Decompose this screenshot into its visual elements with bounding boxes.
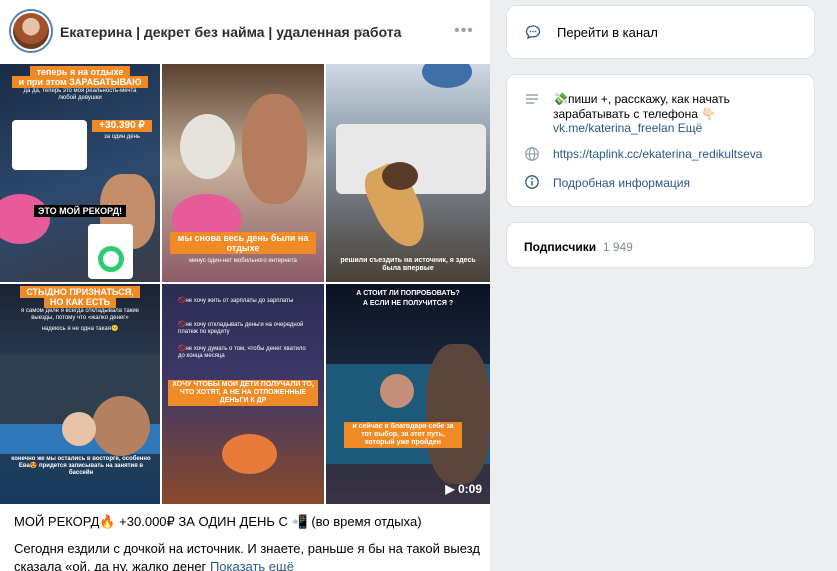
icecream-top-shape bbox=[382, 162, 418, 190]
info-panel: 💸пиши +, расскажу, как начать зарабатыва… bbox=[506, 74, 815, 207]
subscribers-panel[interactable]: Подписчики 1 949 bbox=[506, 222, 815, 268]
tile-caption: мы снова весь день были на отдыхе bbox=[170, 232, 316, 254]
tile-caption: 🚫не хочу жить от зарплаты до зарплаты bbox=[178, 298, 294, 304]
play-icon: ▶ bbox=[445, 482, 458, 496]
tile-caption: минус один-нет мобильного интернета bbox=[189, 258, 297, 264]
details-link[interactable]: Подробная информация bbox=[553, 176, 690, 190]
show-more-link[interactable]: Показать ещё bbox=[210, 559, 294, 571]
subscribers-count: 1 949 bbox=[602, 240, 633, 254]
tile-caption: я самом деле я всегда откладывала такие … bbox=[20, 308, 140, 321]
photo-tile-3[interactable]: решили съездить на источник, я здесь был… bbox=[326, 64, 490, 282]
author-name[interactable]: Екатерина | декрет без найма | удаленная… bbox=[60, 24, 401, 40]
tile-caption: и сейчас я благодаря себе за тот выбор, … bbox=[344, 422, 462, 448]
tile-caption: надеюсь я не одна такая😕 bbox=[41, 326, 119, 332]
amount-badge: +30.390 ₽ bbox=[92, 120, 152, 132]
post-card: Екатерина | декрет без найма | удаленная… bbox=[0, 0, 490, 571]
photo-tile-1[interactable]: теперь я на отдыхе и при этом ЗАРАБАТЫВА… bbox=[0, 64, 160, 282]
photo-tile-2[interactable]: мы снова весь день были на отдыхе минус … bbox=[162, 64, 324, 282]
tile-caption: НО КАК ЕСТЬ bbox=[44, 296, 116, 308]
tile-caption: 🚫не хочу откладывать деньги на очередной… bbox=[178, 322, 304, 335]
child-shape bbox=[180, 114, 235, 179]
subscribers-row: Подписчики 1 949 bbox=[524, 240, 633, 254]
description-link[interactable]: vk.me/katerina_freelan bbox=[553, 121, 674, 135]
child-shape bbox=[62, 412, 96, 446]
float-ring-shape bbox=[222, 434, 277, 474]
description-more-link[interactable]: Ещё bbox=[678, 121, 703, 135]
tile-caption: и при этом ЗАРАБАТЫВАЮ bbox=[12, 76, 148, 88]
tile-caption: за один день bbox=[103, 134, 141, 140]
photo-tile-4[interactable]: СТЫДНО ПРИЗНАТЬСЯ, НО КАК ЕСТЬ я самом д… bbox=[0, 284, 160, 504]
progress-ring bbox=[98, 246, 124, 272]
description-link-row: vk.me/katerina_freelan Ещё bbox=[553, 121, 702, 135]
pink-float-shape bbox=[0, 194, 50, 244]
description-lines-icon bbox=[524, 91, 540, 107]
more-options-icon[interactable]: ••• bbox=[454, 22, 474, 42]
chat-bubble-icon bbox=[525, 24, 541, 40]
photo-tile-6[interactable]: А СТОИТ ЛИ ПОПРОБОВАТЬ? А ЕСЛИ НЕ ПОЛУЧИ… bbox=[326, 284, 490, 504]
description-line-1: 💸пиши +, расскажу, как начать bbox=[553, 92, 730, 106]
woman-shape bbox=[92, 396, 150, 456]
record-label: ЭТО МОЙ РЕКОРД! bbox=[34, 205, 126, 217]
duration-label: 0:09 bbox=[457, 482, 482, 496]
tile-caption: решили съездить на источник, я здесь был… bbox=[340, 257, 476, 272]
hand-bracelet-shape bbox=[422, 64, 472, 88]
go-channel-panel[interactable]: Перейти в канал bbox=[506, 5, 815, 59]
tile-caption: ХОЧУ ЧТОБЫ МОИ ДЕТИ ПОЛУЧАЛИ ТО, ЧТО ХОТ… bbox=[168, 380, 318, 406]
go-channel-button[interactable]: Перейти в канал bbox=[557, 25, 658, 40]
globe-icon bbox=[524, 146, 540, 162]
tile-caption: А СТОИТ ЛИ ПОПРОБОВАТЬ? bbox=[356, 290, 460, 297]
post-header: Екатерина | декрет без найма | удаленная… bbox=[0, 0, 490, 64]
verified-check-icon: ✓ bbox=[356, 26, 366, 38]
woman-shape bbox=[242, 94, 307, 204]
author-avatar[interactable] bbox=[11, 11, 51, 51]
tile-caption: А ЕСЛИ НЕ ПОЛУЧИТСЯ ? bbox=[362, 300, 454, 307]
photo-tile-5[interactable]: 🚫не хочу жить от зарплаты до зарплаты 🚫н… bbox=[162, 284, 324, 504]
post-text: Сегодня ездили с дочкой на источник. И з… bbox=[14, 540, 484, 571]
description-line-2: зарабатывать с телефона 👇🏻 bbox=[553, 107, 717, 121]
video-duration: ▶ 0:09 bbox=[445, 482, 482, 496]
child-shape bbox=[380, 374, 414, 408]
tile-caption: да да, теперь это моя реальность-мечта л… bbox=[23, 88, 137, 101]
tile-caption: конечно же мы остались в восторге, особе… bbox=[11, 456, 151, 476]
woman-shape bbox=[426, 344, 490, 484]
photo-grid: теперь я на отдыхе и при этом ЗАРАБАТЫВА… bbox=[0, 64, 490, 504]
tile-caption: 🚫не хочу думать о том, чтобы денег хвати… bbox=[178, 346, 306, 359]
subscribers-label[interactable]: Подписчики bbox=[524, 240, 596, 254]
website-link[interactable]: https://taplink.cc/ekaterina_redikultsev… bbox=[553, 147, 762, 161]
phone-card bbox=[12, 120, 87, 170]
info-icon bbox=[524, 174, 540, 190]
post-title: МОЙ РЕКОРД🔥 +30.000₽ ЗА ОДИН ДЕНЬ С 📲 (в… bbox=[14, 514, 422, 529]
